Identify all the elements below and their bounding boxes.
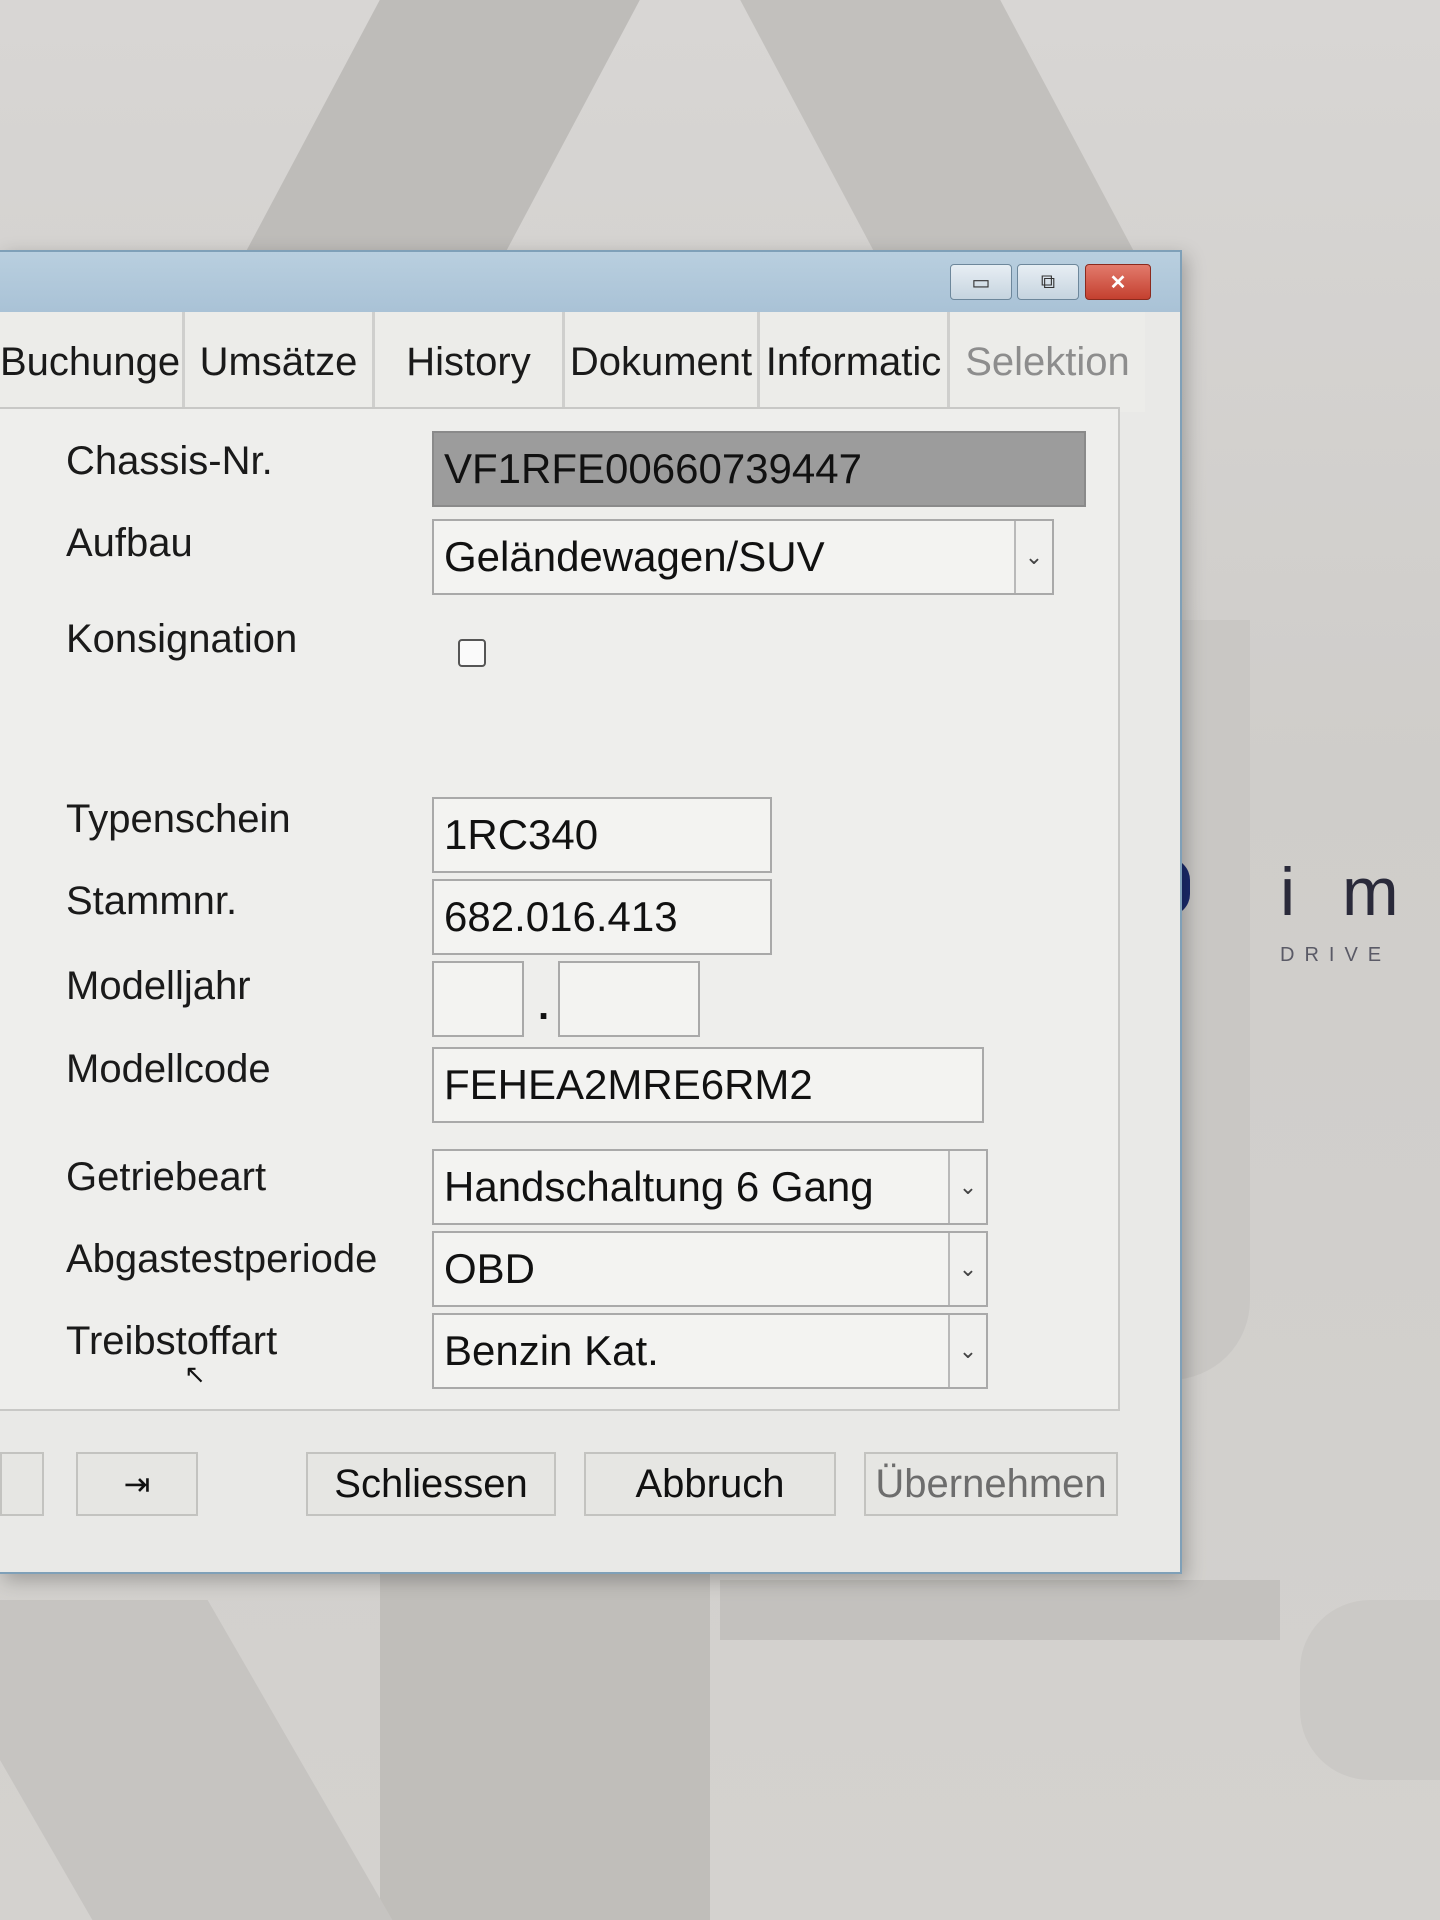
maximize-button[interactable]: ⧉ [1017, 264, 1079, 300]
tab-umsaetze[interactable]: Umsätze [185, 312, 375, 412]
tab-bar: Buchunge Umsätze History Dokument Inform… [0, 312, 1160, 412]
treibstoffart-select[interactable]: Benzin Kat. ⌄ [432, 1313, 988, 1389]
tab-information[interactable]: Informatic [760, 312, 950, 412]
tab-dokumente[interactable]: Dokument [565, 312, 760, 412]
wallpaper-shape [0, 1600, 393, 1920]
aufbau-value: Geländewagen/SUV [444, 533, 825, 580]
schliessen-button[interactable]: Schliessen [306, 1452, 556, 1516]
title-bar[interactable]: ▭ ⧉ ✕ [0, 252, 1180, 312]
abgastestperiode-value: OBD [444, 1245, 536, 1292]
getriebeart-label: Getriebeart [66, 1155, 267, 1199]
stammnr-field[interactable]: 682.016.413 [432, 879, 772, 955]
modellcode-label: Modellcode [66, 1047, 271, 1091]
aufbau-label: Aufbau [66, 521, 193, 565]
wallpaper-shape [1300, 1600, 1440, 1780]
modellcode-field[interactable]: FEHEA2MRE6RM2 [432, 1047, 984, 1123]
typenschein-field[interactable]: 1RC340 [432, 797, 772, 873]
mouse-cursor-icon: ↖ [184, 1359, 206, 1389]
modelljahr-label: Modelljahr [66, 964, 251, 1008]
getriebeart-value: Handschaltung 6 Gang [444, 1163, 874, 1210]
close-button[interactable]: ✕ [1085, 264, 1151, 300]
abgastestperiode-select[interactable]: OBD ⌄ [432, 1231, 988, 1307]
minimize-button[interactable]: ▭ [950, 264, 1012, 300]
extra-button[interactable] [0, 1452, 44, 1516]
brand-logo: i m DRIVE [1280, 858, 1440, 967]
pin-button[interactable]: ⇥ [76, 1452, 198, 1516]
konsignation-checkbox[interactable] [458, 639, 486, 667]
wallpaper-shape [380, 1560, 710, 1920]
typenschein-label: Typenschein [66, 797, 291, 841]
vehicle-dialog-window: ▭ ⧉ ✕ Buchunge Umsätze History Dokument … [0, 250, 1182, 1574]
stammnr-label: Stammnr. [66, 879, 238, 923]
chassis-label: Chassis-Nr. [66, 439, 273, 483]
chevron-down-icon[interactable]: ⌄ [948, 1315, 986, 1387]
treibstoffart-label: Treibstoffart [66, 1319, 278, 1363]
chassis-field[interactable]: VF1RFE00660739447 [432, 431, 1086, 507]
abgastestperiode-label: Abgastestperiode [66, 1237, 378, 1281]
modelljahr-separator: . [538, 984, 550, 1028]
tab-buchungen[interactable]: Buchunge [0, 312, 185, 412]
modelljahr-field-2[interactable] [558, 961, 700, 1037]
getriebeart-select[interactable]: Handschaltung 6 Gang ⌄ [432, 1149, 988, 1225]
aufbau-select[interactable]: Geländewagen/SUV ⌄ [432, 519, 1054, 595]
abbruch-button[interactable]: Abbruch [584, 1452, 836, 1516]
treibstoffart-value: Benzin Kat. [444, 1327, 659, 1374]
modelljahr-field-1[interactable] [432, 961, 524, 1037]
form-panel: Chassis-Nr. VF1RFE00660739447 Aufbau Gel… [0, 407, 1120, 1411]
wallpaper-shape [720, 1580, 1280, 1640]
konsignation-label: Konsignation [66, 617, 298, 661]
brand-name: i m [1280, 854, 1413, 930]
chevron-down-icon[interactable]: ⌄ [948, 1233, 986, 1305]
chevron-down-icon[interactable]: ⌄ [948, 1151, 986, 1223]
tab-history[interactable]: History [375, 312, 565, 412]
button-bar: ⇥ Schliessen Abbruch Übernehmen [0, 1442, 1150, 1542]
chevron-down-icon[interactable]: ⌄ [1014, 521, 1052, 593]
tab-selektion[interactable]: Selektion [950, 312, 1145, 412]
uebernehmen-button[interactable]: Übernehmen [864, 1452, 1118, 1516]
brand-subtitle: DRIVE [1280, 944, 1392, 966]
